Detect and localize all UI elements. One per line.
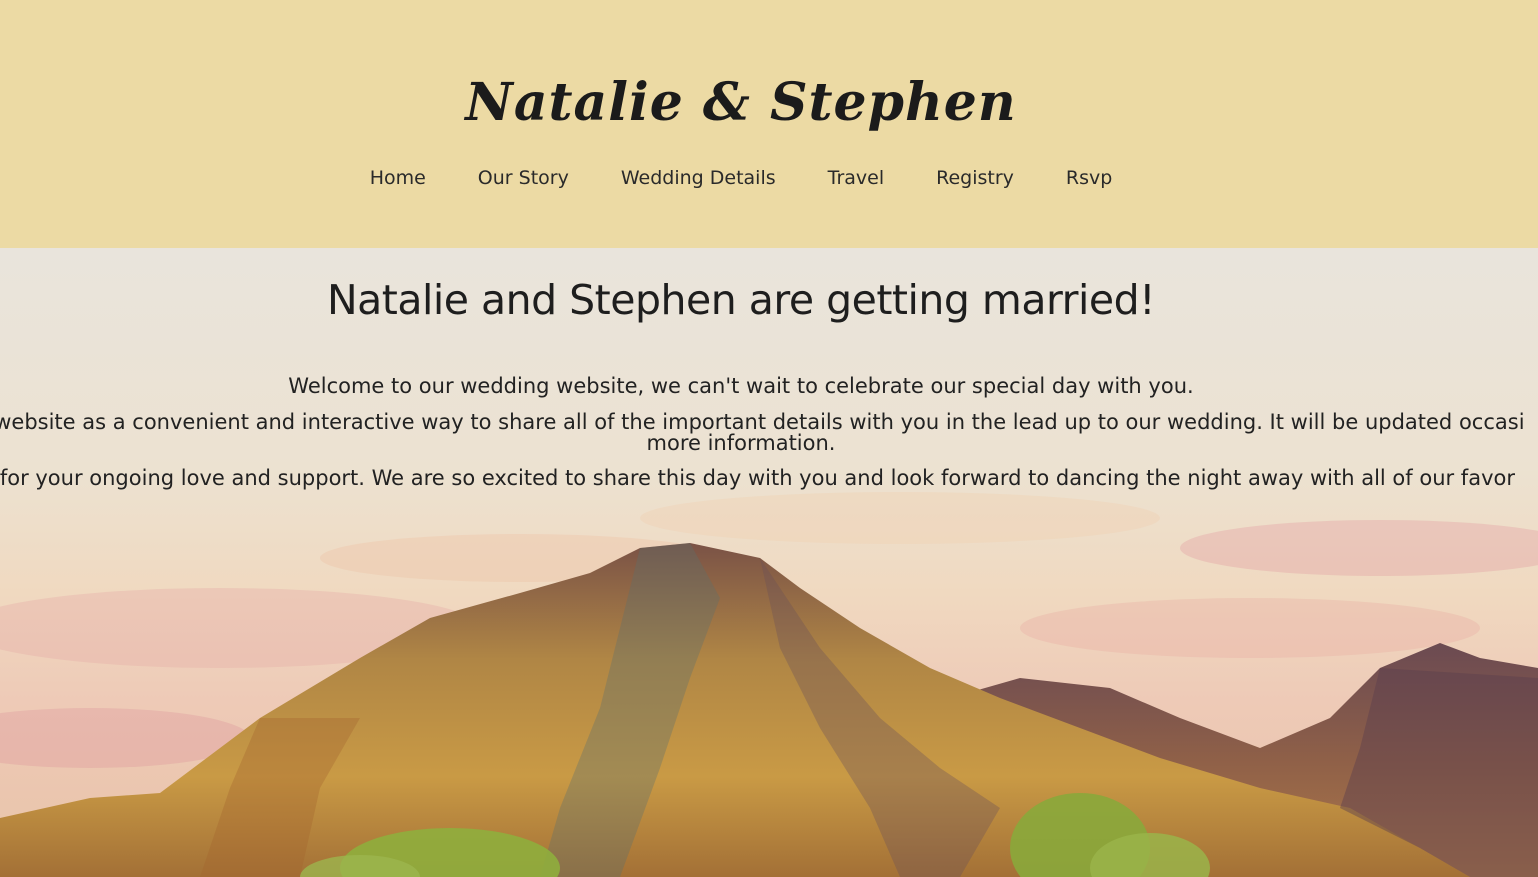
watercolor-mountain-painting	[0, 248, 1538, 877]
welcome-paragraph: Welcome to our wedding website, we can't…	[288, 374, 1194, 398]
nav-our-story[interactable]: Our Story	[452, 165, 595, 191]
nav-registry[interactable]: Registry	[910, 165, 1040, 191]
page: Natalie & Stephen Home Our Story Wedding…	[0, 0, 1538, 877]
intro-paragraph: his website as a convenient and interact…	[0, 410, 1525, 434]
thanks-paragraph: ou for your ongoing love and support. We…	[0, 466, 1515, 490]
nav-travel[interactable]: Travel	[802, 165, 910, 191]
hero-section: Natalie and Stephen are getting married!…	[0, 248, 1538, 877]
hero-heading: Natalie and Stephen are getting married!	[326, 276, 1156, 324]
site-title[interactable]: Natalie & Stephen	[0, 74, 1482, 131]
intro-paragraph-continued: more information.	[646, 431, 836, 455]
nav-rsvp[interactable]: Rsvp	[1040, 165, 1138, 191]
nav-home[interactable]: Home	[344, 165, 452, 191]
main-nav: Home Our Story Wedding Details Travel Re…	[0, 165, 1482, 191]
site-header: Natalie & Stephen Home Our Story Wedding…	[0, 0, 1538, 248]
nav-wedding-details[interactable]: Wedding Details	[595, 165, 802, 191]
